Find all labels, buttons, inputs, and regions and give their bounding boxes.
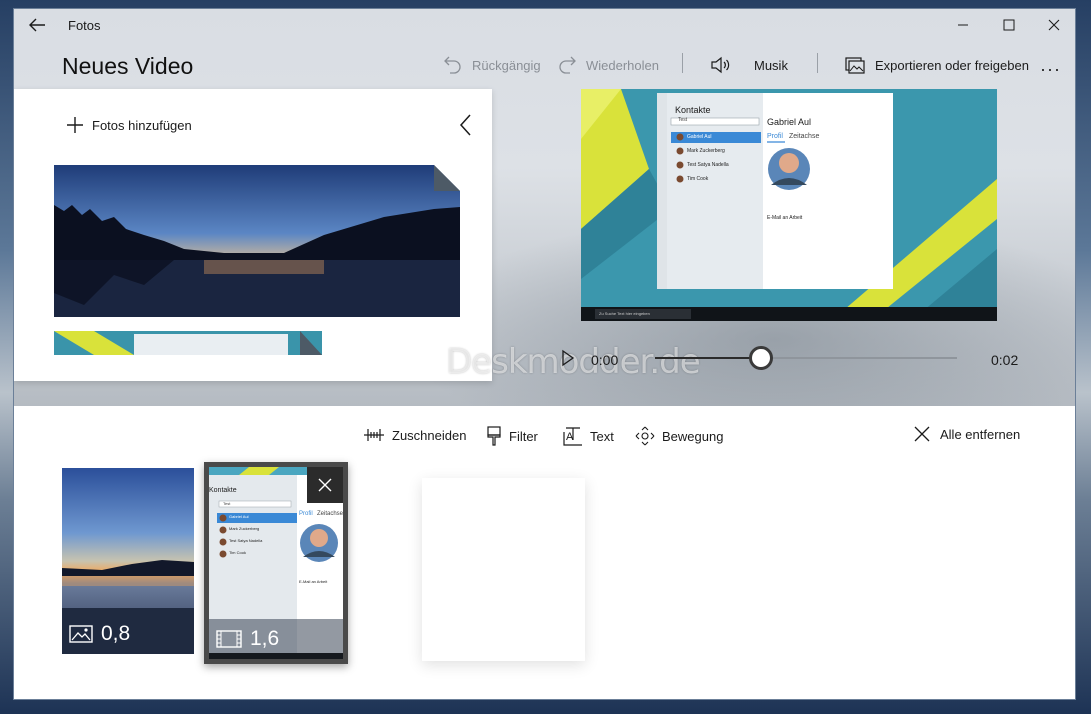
clip-duration-value: 0,8 <box>101 622 131 645</box>
remove-clip-button[interactable] <box>307 467 343 503</box>
video-preview[interactable]: Kontakte Test Gabriel Aul Mark Zuckerber… <box>581 89 997 321</box>
storyboard-area: Zuschneiden Filter A Text Bewegung Alle … <box>14 406 1075 699</box>
undo-label: Rückgängig <box>472 57 541 73</box>
play-icon <box>562 349 575 367</box>
seek-bar-progress <box>655 357 761 359</box>
back-arrow-icon <box>29 18 45 32</box>
play-button[interactable] <box>560 349 576 367</box>
clip-duration-value: 1,6 <box>250 627 280 650</box>
card-tab-profile: Profil <box>299 511 313 517</box>
add-photos-label: Fotos hinzufügen <box>92 117 192 133</box>
redo-icon <box>558 55 576 75</box>
card-contact-item: Gabriel Aul <box>229 514 249 519</box>
card-contacts-title: Kontakte <box>209 487 237 494</box>
trim-label: Zuschneiden <box>392 427 467 443</box>
chevron-left-icon <box>459 114 471 136</box>
filter-label: Filter <box>509 428 538 444</box>
plus-icon <box>66 116 84 134</box>
motion-label: Bewegung <box>662 428 724 444</box>
export-share-button[interactable]: Exportieren oder freigeben <box>845 53 1029 77</box>
video-icon <box>216 629 242 649</box>
photos-app-window: Fotos Neues Video Rückgängig Wiederholen <box>13 8 1076 700</box>
minimize-button[interactable] <box>940 9 986 41</box>
speaker-icon <box>710 55 732 75</box>
preview-tab-timeline: Zeitachse <box>789 133 820 140</box>
collapse-library-button[interactable] <box>458 113 474 137</box>
card-contact-item: Mark Zuckerberg <box>229 526 260 531</box>
maximize-icon <box>1003 19 1015 31</box>
remove-all-label: Alle entfernen <box>940 426 1021 442</box>
card-email-label: E-Mail an Arbeit <box>299 579 328 584</box>
trim-button[interactable]: Zuschneiden <box>363 426 466 444</box>
library-photo-lake-sunset[interactable] <box>54 165 460 317</box>
undo-icon <box>444 55 462 75</box>
svg-text:A: A <box>566 431 574 443</box>
photo-library-panel: Fotos hinzufügen <box>14 89 492 381</box>
text-icon: A <box>563 426 583 446</box>
storyboard-card-photo[interactable]: 0,8 <box>62 468 194 654</box>
redo-label: Wiederholen <box>586 57 659 73</box>
clip-duration: 0,8 <box>69 622 130 646</box>
close-icon <box>1048 19 1060 31</box>
library-video-thumbnail[interactable] <box>54 331 322 355</box>
text-button[interactable]: A Text <box>563 426 614 446</box>
empty-storyboard-slot[interactable] <box>422 478 585 661</box>
redo-button[interactable]: Wiederholen <box>558 53 659 77</box>
close-icon <box>318 478 332 492</box>
preview-tab-profile: Profil <box>767 133 783 140</box>
remove-all-button[interactable]: Alle entfernen <box>914 426 1020 442</box>
export-image-icon <box>845 55 865 75</box>
preview-contacts-title: Kontakte <box>675 105 711 115</box>
text-label: Text <box>590 428 614 444</box>
preview-selected-contact: Gabriel Aul <box>767 117 812 127</box>
motion-button[interactable]: Bewegung <box>635 426 723 446</box>
end-time: 0:02 <box>991 352 1019 368</box>
trim-icon <box>363 426 385 444</box>
command-separator <box>817 53 818 73</box>
music-label: Musik <box>754 57 788 73</box>
preview-email-label: E-Mail an Arbeit <box>767 215 803 221</box>
window-title: Fotos <box>68 18 101 33</box>
preview-contact-item: Test Satya Nadella <box>687 162 729 168</box>
page-title: Neues Video <box>62 53 194 79</box>
card-contact-item: Tim Cook <box>229 550 246 555</box>
preview-search-box: Test <box>678 117 688 123</box>
card-search-box: Test <box>223 501 231 506</box>
preview-contact-item: Gabriel Aul <box>687 134 712 140</box>
seek-bar-thumb[interactable] <box>748 346 773 370</box>
back-button[interactable] <box>26 15 48 35</box>
card-contact-item: Test Satya Nadella <box>229 538 263 543</box>
motion-icon <box>635 426 655 446</box>
clip-duration: 1,6 <box>216 627 279 651</box>
command-separator <box>682 53 683 73</box>
storyboard-card-video[interactable]: Kontakte Test Gabriel Aul Mark Zuckerber… <box>204 462 348 664</box>
preview-contact-item: Tim Cook <box>687 176 709 182</box>
preview-contact-item: Mark Zuckerberg <box>687 148 725 154</box>
title-bar: Fotos <box>14 9 1075 41</box>
close-window-button[interactable] <box>1031 9 1075 41</box>
close-icon <box>914 426 930 442</box>
add-photos-button[interactable]: Fotos hinzufügen <box>66 116 192 134</box>
undo-button[interactable]: Rückgängig <box>444 53 541 77</box>
maximize-button[interactable] <box>986 9 1032 41</box>
current-time: 0:00 <box>591 352 619 368</box>
more-options-button[interactable]: ··· <box>1040 57 1061 81</box>
export-label: Exportieren oder freigeben <box>875 57 1029 73</box>
card-tab-timeline: Zeitachse <box>317 511 344 517</box>
filter-button[interactable]: Filter <box>486 426 538 446</box>
music-button[interactable]: Musik <box>710 53 788 77</box>
brush-icon <box>486 426 502 446</box>
preview-taskbar-search: Zu Suche Text hier eingeben <box>599 311 650 316</box>
image-icon <box>69 624 93 644</box>
editor-upper-area: Fotos Neues Video Rückgängig Wiederholen <box>14 9 1075 406</box>
minimize-icon <box>958 24 968 26</box>
